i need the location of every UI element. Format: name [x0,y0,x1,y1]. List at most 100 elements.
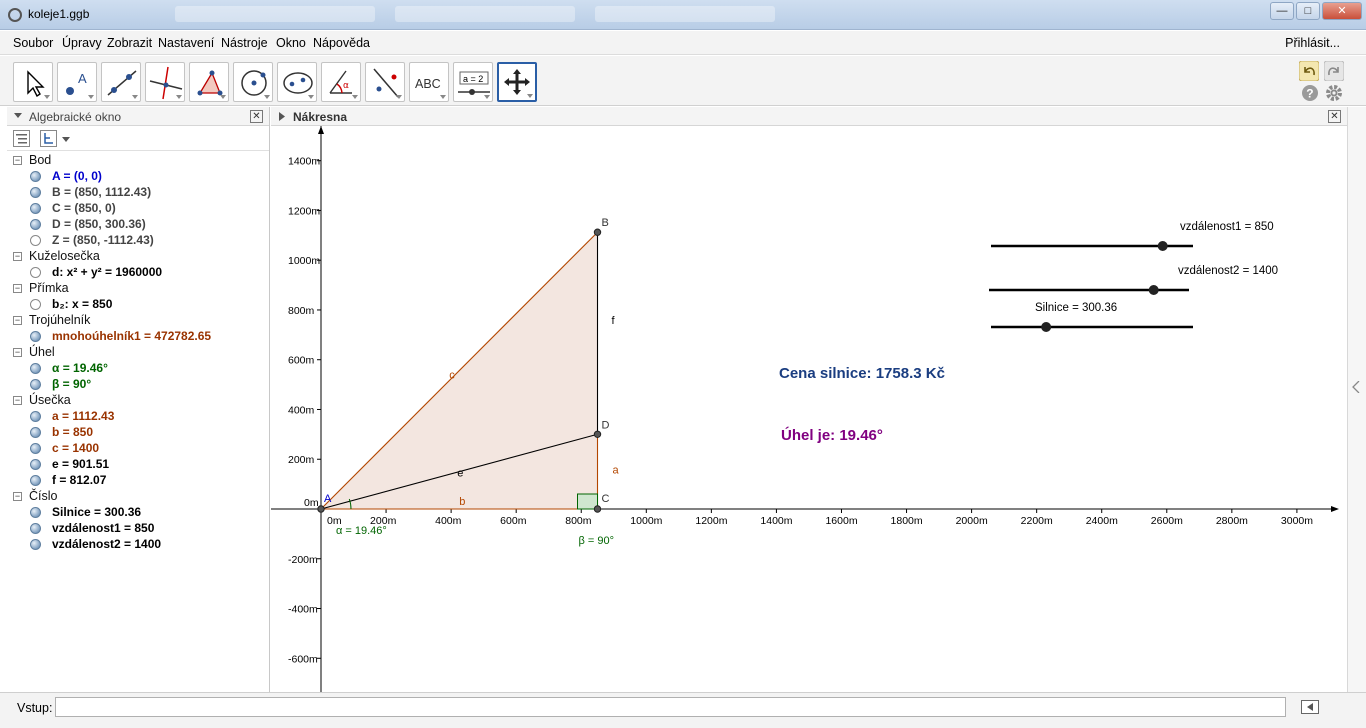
point-a[interactable] [317,505,325,513]
point-b-label: B [602,217,609,229]
y-zero-label: 0m [304,497,319,509]
help-icon[interactable]: ? [1301,84,1319,102]
visible-toggle-icon[interactable] [30,331,41,342]
visible-toggle-icon[interactable] [30,427,41,438]
visible-toggle-icon[interactable] [30,187,41,198]
slider-label: vzdálenost1 = 850 [1180,221,1274,233]
visible-toggle-icon[interactable] [30,363,41,374]
auxiliary-objects-icon[interactable] [13,130,30,147]
algebra-item-text: b₂: x = 850 [52,297,113,311]
visible-toggle-icon[interactable] [30,411,41,422]
redo-icon[interactable] [1324,61,1344,81]
input-field[interactable] [55,697,1286,717]
move-graphics-tool-button[interactable] [497,62,537,102]
login-link[interactable]: Přihlásit... [1285,36,1340,50]
slider-knob[interactable] [1041,322,1052,332]
algebra-item-text: B = (850, 1112.43) [52,185,152,199]
algebra-item-text: A = (0, 0) [52,169,102,183]
slider-knob[interactable] [1148,285,1159,295]
graphics-title: Nákresna [293,110,348,124]
point-tool-button[interactable]: A [57,62,97,102]
angle-beta-mark[interactable] [577,493,599,510]
visible-toggle-icon[interactable] [30,539,41,550]
visible-toggle-icon[interactable] [30,507,41,518]
close-button[interactable]: ✕ [1322,2,1362,20]
price-text: Cena silnice: 1758.3 Kč [779,365,945,382]
chevron-left-icon[interactable] [1352,381,1360,393]
perpendicular-tool-button[interactable] [145,62,185,102]
point-c-label: C [602,493,610,505]
collapse-icon[interactable]: − [13,492,22,501]
expand-arrow-icon[interactable] [279,112,285,121]
y-tick-label: 1000m [288,255,320,267]
hidden-toggle-icon[interactable] [30,235,41,246]
visible-toggle-icon[interactable] [30,475,41,486]
input-bar: Vstup: [0,692,1366,728]
category-label: Úhel [29,345,55,359]
visible-toggle-icon[interactable] [30,459,41,470]
visible-toggle-icon[interactable] [30,219,41,230]
visible-toggle-icon[interactable] [30,203,41,214]
undo-icon[interactable] [1299,61,1319,81]
minimize-button[interactable]: — [1270,2,1294,20]
angle-text: Úhel je: 19.46° [781,426,883,444]
collapse-arrow-icon[interactable] [14,113,22,118]
hidden-toggle-icon[interactable] [30,267,41,278]
maximize-button[interactable]: □ [1296,2,1320,20]
point-c[interactable] [593,505,602,513]
point-b[interactable] [593,228,602,236]
point-d[interactable] [593,430,602,438]
menu-napoveda[interactable]: Nápověda [313,36,370,50]
reflect-tool-button[interactable] [365,62,405,102]
close-graphics-icon[interactable]: ✕ [1328,110,1341,123]
text-tool-button[interactable]: ABC [409,62,449,102]
collapse-icon[interactable]: − [13,316,22,325]
algebra-item-text: a = 1112.43 [52,409,115,423]
collapse-icon[interactable]: − [13,348,22,357]
window-title: koleje1.ggb [28,7,90,21]
menu-okno[interactable]: Okno [276,36,306,50]
geogebra-window: koleje1.ggb — □ ✕ Soubor Úpravy Zobrazit… [0,0,1366,728]
hidden-toggle-icon[interactable] [30,299,41,310]
collapse-icon[interactable]: − [13,156,22,165]
drawing-canvas[interactable]: 0m 200m 400m 600m 800m 1000m 1200m 1400m 1600m 18… [271,126,1347,692]
gear-icon[interactable] [1325,84,1343,102]
menu-nastaveni[interactable]: Nastavení [158,36,214,50]
sort-dropdown-icon[interactable] [62,137,70,143]
visible-toggle-icon[interactable] [30,171,41,182]
menu-soubor[interactable]: Soubor [13,36,53,50]
menu-zobrazit[interactable]: Zobrazit [107,36,152,50]
circle-tool-button[interactable] [233,62,273,102]
collapse-icon[interactable]: − [13,284,22,293]
visible-toggle-icon[interactable] [30,379,41,390]
slider-label: vzdálenost2 = 1400 [1178,265,1278,277]
move-tool-button[interactable] [13,62,53,102]
category-label: Číslo [29,489,58,503]
menu-nastroje[interactable]: Nástroje [221,36,268,50]
menu-upravy[interactable]: Úpravy [62,36,102,50]
slider-label: Silnice = 300.36 [1035,302,1117,314]
point-a-label: A [324,493,332,505]
visible-toggle-icon[interactable] [30,443,41,454]
polygon-tool-button[interactable] [189,62,229,102]
collapse-icon[interactable]: − [13,396,22,405]
collapse-icon[interactable]: − [13,252,22,261]
slider-knob[interactable] [1157,241,1168,251]
x-tick-label: 1600m [825,515,857,527]
graphics-view[interactable]: Nákresna ✕ 0m 200m 400m 600m 800m 1000m 1200m 1… [271,107,1347,692]
algebra-item-text: e = 901.51 [52,457,110,471]
category-label: Trojúhelník [29,313,91,327]
line-tool-button[interactable] [101,62,141,102]
algebra-item-text: vzdálenost2 = 1400 [52,537,162,551]
visible-toggle-icon[interactable] [30,523,41,534]
background-tab-ghost [395,6,575,22]
angle-tool-button[interactable]: α [321,62,361,102]
close-algebra-icon[interactable]: ✕ [250,110,263,123]
algebra-title: Algebraické okno [29,110,122,124]
ellipse-tool-button[interactable] [277,62,317,102]
sort-objects-icon[interactable] [40,130,57,147]
slider-tool-button[interactable]: a = 2 [453,62,493,102]
algebra-item-text: C = (850, 0) [52,201,116,215]
y-tick-label: 400m [288,404,315,416]
keyboard-icon[interactable] [1301,700,1319,714]
